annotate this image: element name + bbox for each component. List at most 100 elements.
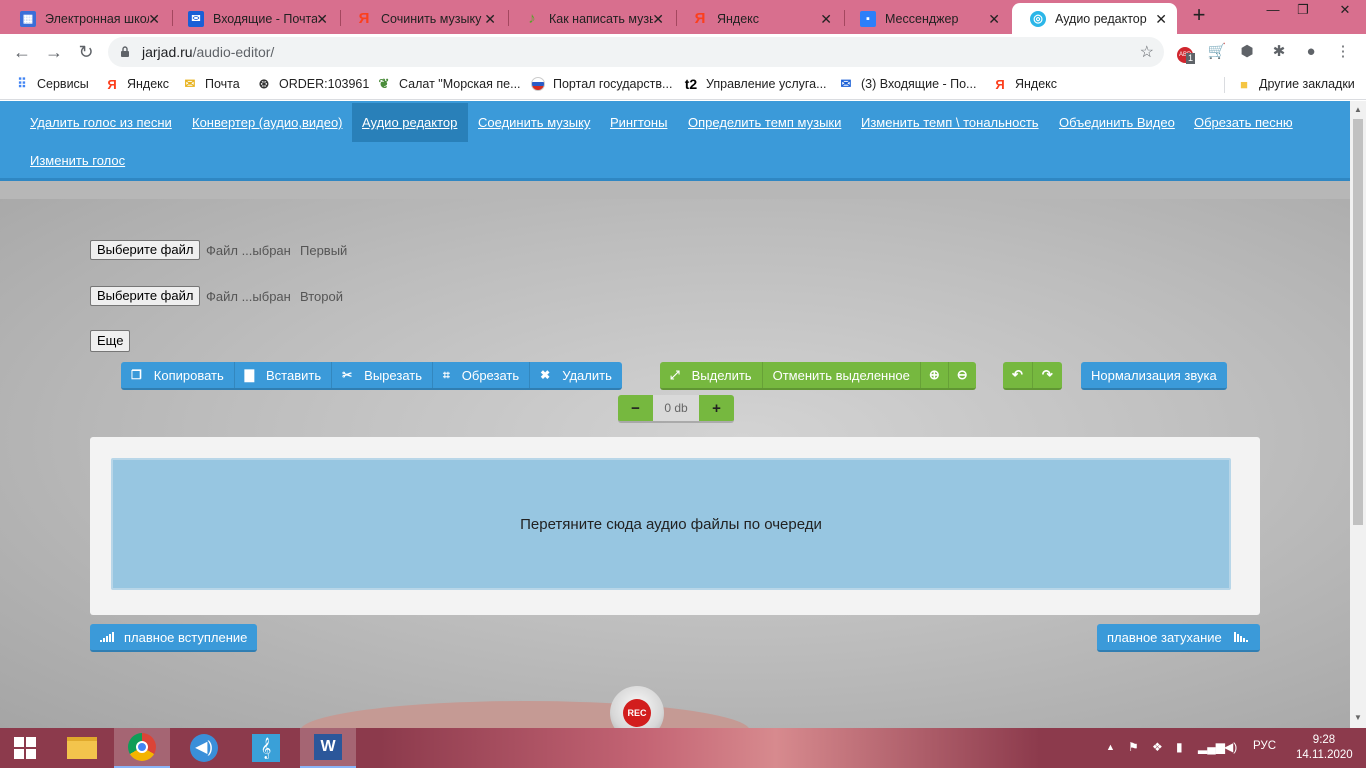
crop-button[interactable]: ⌗ Обрезать [433, 362, 531, 388]
menu-icon[interactable]: ⋮ [1332, 41, 1354, 63]
editor-panel: Перетяните сюда аудио файлы по очереди [90, 437, 1260, 615]
nav-change-tempo[interactable]: Изменить темп \ тональность [851, 103, 1049, 142]
reload-icon[interactable]: ↻ [74, 40, 98, 64]
normalize-button[interactable]: Нормализация звука [1081, 362, 1227, 388]
cart-icon[interactable]: 🛒 [1206, 41, 1228, 63]
gain-control: − 0 db + [618, 395, 734, 423]
bookmark-item[interactable]: ⠿ Сервисы [14, 76, 89, 92]
t2-icon: t2 [684, 76, 698, 92]
browser-tab[interactable]: ▦ Электронная школа ✕ [2, 3, 170, 34]
scroll-up-icon[interactable]: ▲ [1353, 105, 1363, 115]
nav-merge-video[interactable]: Объединить Видео [1049, 103, 1185, 142]
copy-icon: ❐ [131, 368, 142, 382]
extensions-puzzle-icon[interactable]: ✱ [1268, 41, 1290, 63]
file-explorer-icon[interactable] [54, 728, 110, 768]
deselect-button[interactable]: Отменить выделенное [763, 362, 921, 388]
zoom-out-button[interactable]: ⊖ [949, 362, 976, 388]
delete-button[interactable]: ✖ Удалить [530, 362, 622, 388]
minimize-button[interactable]: — [1258, 2, 1288, 22]
bookmarks-separator [1224, 77, 1225, 93]
bookmark-item[interactable]: Я Яндекс [104, 76, 169, 92]
start-button[interactable] [0, 728, 50, 768]
browser-tab[interactable]: Я Сочинить музыку ✕ [338, 3, 506, 34]
bookmark-item[interactable]: Я Яндекс [992, 76, 1057, 92]
choose-file-button[interactable]: Выберите файл [90, 286, 201, 306]
audio-dropzone[interactable]: Перетяните сюда аудио файлы по очереди [111, 458, 1231, 590]
cut-button[interactable]: ✂ Вырезать [332, 362, 433, 388]
show-hidden-icons-icon[interactable]: ▲ [1106, 742, 1115, 752]
paste-button[interactable]: ▇ Вставить [235, 362, 333, 388]
forward-icon[interactable]: → [42, 40, 66, 64]
undo-button[interactable]: ↶ [1003, 362, 1033, 388]
bookmark-item[interactable]: Портал государств... [530, 76, 672, 92]
close-icon[interactable]: ✕ [1155, 11, 1167, 28]
gain-increase-button[interactable]: + [699, 395, 734, 421]
close-icon[interactable]: ✕ [148, 11, 160, 28]
file-status: Файл ...ыбран [206, 243, 291, 258]
other-bookmarks[interactable]: ■ Другие закладки [1236, 76, 1355, 92]
volume-icon[interactable]: ◀) [1224, 740, 1237, 754]
gain-decrease-button[interactable]: − [618, 395, 653, 421]
close-icon[interactable]: ✕ [988, 11, 1000, 28]
bookmark-item[interactable]: ✉ (3) Входящие - По... [838, 76, 977, 92]
fade-in-button[interactable]: плавное вступление [90, 624, 258, 652]
tab-title: Яндекс [717, 11, 760, 26]
zoom-in-button[interactable]: ⊕ [921, 362, 949, 388]
address-bar[interactable]: jarjad.ru/audio-editor/ ☆ [108, 37, 1164, 67]
system-clock[interactable]: 9:28 14.11.2020 [1296, 733, 1353, 763]
more-files-button[interactable]: Еще [90, 330, 131, 352]
browser-tab-active[interactable]: ◎ Аудио редактор онлайн ✕ [1012, 3, 1177, 34]
file-label: Первый [300, 243, 348, 258]
battery-icon[interactable]: ▮ [1176, 740, 1183, 754]
bookmark-item[interactable]: ❦ Салат "Морская пе... [376, 76, 521, 92]
nav-change-voice[interactable]: Изменить голос [20, 141, 135, 180]
input-language[interactable]: РУС [1253, 740, 1276, 752]
close-icon[interactable]: ✕ [820, 11, 832, 28]
scroll-thumb[interactable] [1353, 119, 1363, 525]
choose-file-button[interactable]: Выберите файл [90, 240, 201, 260]
back-icon[interactable]: ← [10, 40, 34, 64]
browser-tab[interactable]: ♪ Как написать музыку ✕ [506, 3, 674, 34]
close-icon[interactable]: ✕ [652, 11, 664, 28]
yandex-icon: Я [694, 10, 706, 27]
nav-ringtones[interactable]: Рингтоны [600, 103, 677, 142]
music-app-icon[interactable]: 𝄞 [238, 728, 294, 768]
bookmark-star-icon[interactable]: ☆ [1140, 42, 1154, 62]
bookmark-item[interactable]: t2 Управление услуга... [683, 76, 827, 92]
profile-icon[interactable]: ● [1300, 41, 1322, 63]
nav-converter[interactable]: Конвертер (аудио,видео) [182, 103, 353, 142]
fade-out-button[interactable]: плавное затухание [1097, 624, 1260, 652]
shield-icon[interactable]: ⬢ [1236, 41, 1258, 63]
bookmark-item[interactable]: ⊛ ORDER:103961 [256, 76, 370, 92]
windows-taskbar: ◀) 𝄞 W ▲ ⚑ ❖ ▮ ▂▄▆ ◀) РУС 9:28 14.11.202… [0, 728, 1366, 768]
flag-icon[interactable]: ⚑ [1128, 740, 1139, 754]
adblock-extension-icon[interactable]: ABP 1 [1174, 41, 1196, 64]
tab-title: Как написать музыку [549, 11, 653, 26]
bookmark-item[interactable]: ✉ Почта [182, 76, 240, 92]
page-scrollbar[interactable]: ▲ ▼ [1350, 101, 1366, 728]
dropbox-icon[interactable]: ❖ [1152, 740, 1163, 754]
chat-icon: ▪ [860, 10, 876, 27]
audio-app-icon[interactable]: ◀) [176, 728, 232, 768]
word-icon[interactable]: W [300, 728, 356, 768]
maximize-button[interactable]: ❐ [1288, 2, 1318, 22]
nav-remove-vocals[interactable]: Удалить голос из песни [20, 103, 182, 142]
redo-button[interactable]: ↷ [1033, 362, 1062, 388]
nav-cut-song[interactable]: Обрезать песню [1184, 103, 1303, 142]
network-signal-icon[interactable]: ▂▄▆ [1198, 740, 1225, 754]
browser-tab[interactable]: Я Яндекс ✕ [674, 3, 842, 34]
browser-tab[interactable]: ✉ Входящие - Почта ✕ [170, 3, 338, 34]
browser-tab[interactable]: ▪ Мессенджер ✕ [842, 3, 1010, 34]
close-icon[interactable]: ✕ [316, 11, 328, 28]
new-tab-button[interactable]: + [1188, 4, 1210, 27]
nav-join-music[interactable]: Соединить музыку [468, 103, 600, 142]
scroll-down-icon[interactable]: ▼ [1353, 713, 1363, 723]
tab-title: Мессенджер [885, 11, 959, 26]
copy-button[interactable]: ❐ Копировать [121, 362, 235, 388]
nav-detect-tempo[interactable]: Определить темп музыки [678, 103, 851, 142]
close-window-button[interactable]: ✕ [1330, 2, 1360, 22]
close-icon[interactable]: ✕ [484, 11, 496, 28]
chrome-icon[interactable] [114, 728, 170, 768]
nav-audio-editor[interactable]: Аудио редактор [352, 103, 468, 142]
select-button[interactable]: ⤢ Выделить [660, 362, 763, 388]
